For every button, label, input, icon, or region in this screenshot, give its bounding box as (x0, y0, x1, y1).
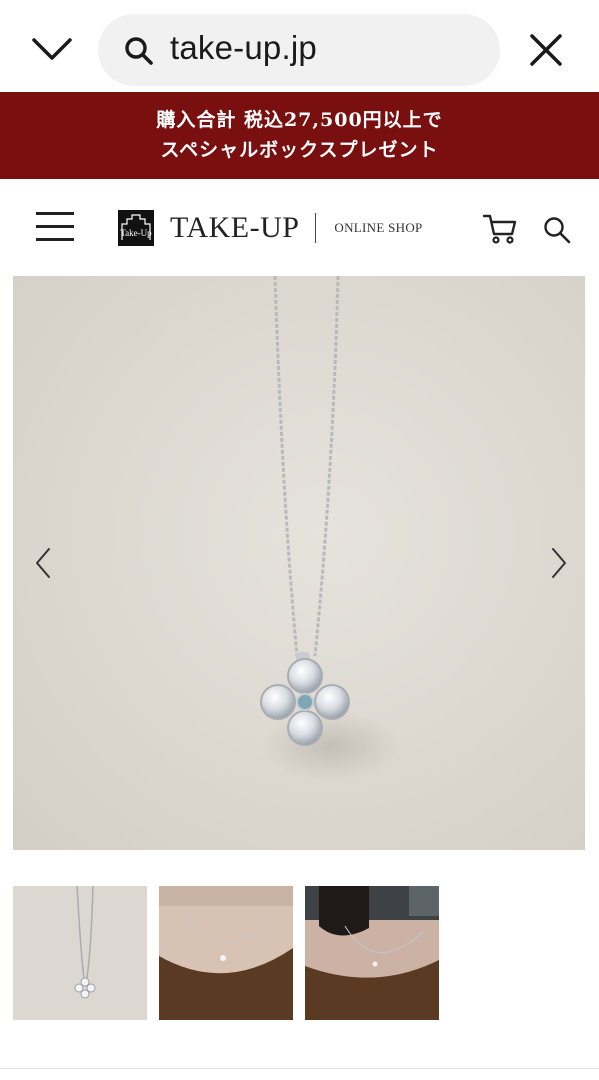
logo-divider (315, 213, 317, 243)
logo-subtitle: ONLINE SHOP (334, 220, 423, 235)
product-main-image[interactable] (13, 276, 585, 850)
url-field[interactable]: take-up.jp (98, 14, 500, 86)
search-icon[interactable] (542, 215, 572, 245)
search-icon (124, 36, 154, 66)
hamburger-menu-icon[interactable] (36, 209, 74, 243)
chevron-right-icon[interactable] (543, 546, 573, 580)
site-logo[interactable]: Take-Up TAKE-UP ONLINE SHOP (118, 210, 423, 246)
chevron-down-icon[interactable] (30, 30, 74, 70)
svg-text:Take-Up: Take-Up (120, 228, 152, 238)
thumbnail-worn-front[interactable] (159, 886, 293, 1020)
thumbnail-worn-side[interactable] (305, 886, 439, 1020)
site-header: Take-Up TAKE-UP ONLINE SHOP (0, 179, 599, 275)
thumbnail-pendant[interactable] (13, 886, 147, 1020)
promo-line-2: スペシャルボックスプレゼント (160, 139, 439, 161)
url-text: take-up.jp (170, 29, 317, 66)
close-icon[interactable] (526, 30, 566, 70)
thumbnail-strip (0, 886, 599, 1022)
promo-banner[interactable]: 購入合計 税込27,500円以上で スペシャルボックスプレゼント (0, 92, 599, 179)
clover-pendant-image (260, 276, 401, 781)
logo-mark-icon: Take-Up (118, 210, 154, 246)
section-divider (0, 1068, 599, 1069)
cart-icon[interactable] (482, 213, 518, 245)
browser-url-bar: take-up.jp (0, 0, 599, 92)
promo-line-1: 購入合計 税込27,500円以上で (156, 109, 443, 131)
chevron-left-icon[interactable] (29, 546, 59, 580)
logo-text: TAKE-UP (170, 211, 300, 244)
